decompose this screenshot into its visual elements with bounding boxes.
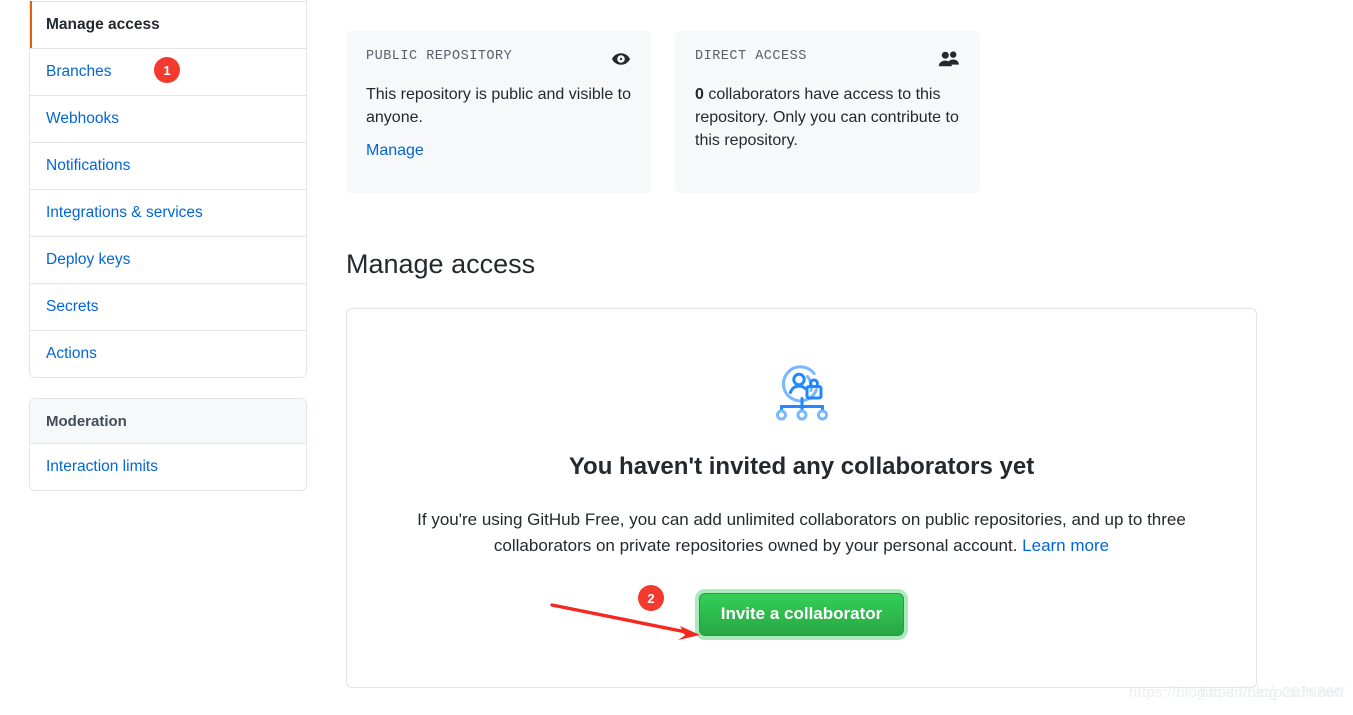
- sidebar-moderation-nav: Moderation Interaction limits: [29, 398, 307, 491]
- card-body-label: collaborators have access to this reposi…: [695, 86, 959, 150]
- sidebar-item-label: Secrets: [46, 298, 99, 315]
- sidebar-item-notifications[interactable]: Notifications: [30, 142, 306, 189]
- sidebar-item-label: Branches: [46, 63, 112, 80]
- sidebar-item-interaction-limits[interactable]: Interaction limits: [30, 443, 306, 490]
- sidebar-item-actions[interactable]: Actions: [30, 330, 306, 377]
- page-title: Manage access: [346, 249, 536, 279]
- people-icon: [938, 49, 960, 69]
- sidebar-item-webhooks[interactable]: Webhooks: [30, 95, 306, 142]
- card-header: PUBLIC REPOSITORY: [366, 49, 631, 69]
- sidebar-group-label: Moderation: [46, 412, 127, 430]
- card-header: DIRECT ACCESS: [695, 49, 960, 69]
- empty-state-title: You haven't invited any collaborators ye…: [568, 453, 1035, 480]
- sidebar-item-label: Interaction limits: [46, 458, 158, 475]
- sidebar-item-secrets[interactable]: Secrets: [30, 283, 306, 330]
- annotation-badge-2: 2: [638, 585, 664, 611]
- collaborators-empty-state-card: You haven't invited any collaborators ye…: [346, 308, 1257, 688]
- repository-info-cards: PUBLIC REPOSITORY This repository is pub…: [346, 31, 980, 193]
- sidebar-item-deploy-keys[interactable]: Deploy keys: [30, 236, 306, 283]
- annotation-badge-2-label: 2: [647, 590, 655, 606]
- sidebar-item-integrations-services[interactable]: Integrations & services: [30, 189, 306, 236]
- card-label: DIRECT ACCESS: [695, 49, 807, 64]
- csdn-watermark: https://blog.csdn.net/ https://blog.csdn…: [1129, 684, 1345, 701]
- annotation-badge-1: 1: [154, 57, 180, 83]
- eye-icon: [611, 49, 631, 69]
- sidebar-group-heading-moderation: Moderation: [30, 399, 306, 443]
- card-body-text: 0 collaborators have access to this repo…: [695, 83, 960, 153]
- sidebar-item-label: Deploy keys: [46, 251, 131, 268]
- card-body-text: This repository is public and visible to…: [366, 83, 631, 129]
- manage-visibility-link[interactable]: Manage: [366, 142, 424, 160]
- card-label: PUBLIC REPOSITORY: [366, 49, 513, 64]
- watermark-line-2: https://blog.csdn.net/p2876860: [1128, 684, 1343, 701]
- annotation-badge-1-label: 1: [163, 62, 171, 78]
- sidebar-item-label: Notifications: [46, 157, 131, 174]
- sidebar-item-label: Integrations & services: [46, 204, 203, 221]
- card-body-label: This repository is public and visible to…: [366, 86, 632, 127]
- sidebar-item-label: Manage access: [46, 16, 160, 33]
- learn-more-link[interactable]: Learn more: [1022, 536, 1109, 555]
- direct-access-card: DIRECT ACCESS 0 collaborators have acces…: [675, 31, 980, 193]
- invite-a-collaborator-button[interactable]: Invite a collaborator: [698, 592, 905, 636]
- collaborator-count: 0: [695, 86, 704, 103]
- sidebar-item-label: Actions: [46, 345, 97, 362]
- public-repository-card: PUBLIC REPOSITORY This repository is pub…: [346, 31, 651, 193]
- person-lock-org-chart-icon: [766, 357, 838, 429]
- sidebar-item-manage-access[interactable]: Manage access: [30, 1, 306, 49]
- sidebar-item-label: Webhooks: [46, 110, 119, 127]
- empty-state-content: You haven't invited any collaborators ye…: [347, 309, 1256, 636]
- page-root: Manage access Manage access Branches Web…: [0, 0, 1353, 715]
- empty-state-description: If you're using GitHub Free, you can add…: [402, 507, 1202, 560]
